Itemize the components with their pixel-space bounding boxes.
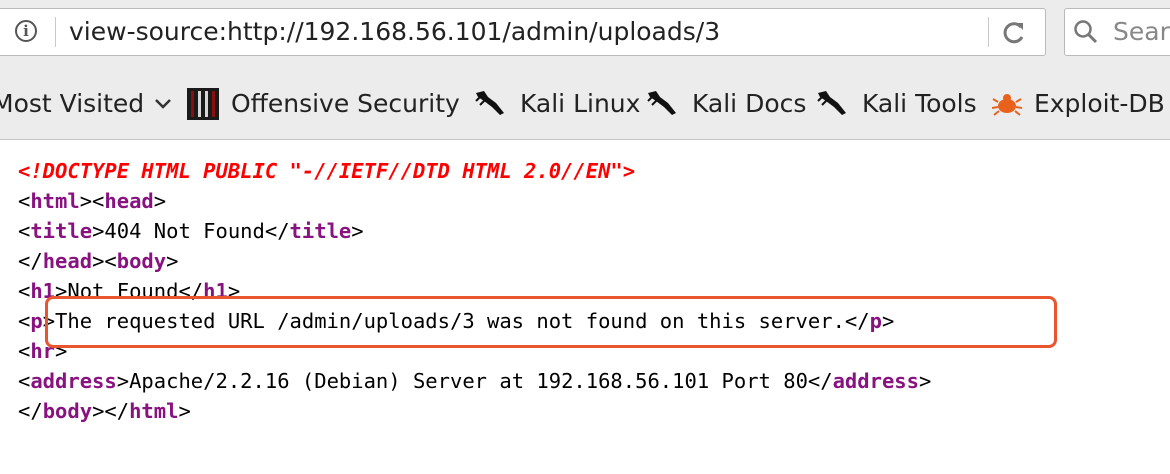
kali-dragon-icon [475, 91, 504, 115]
offsec-logo-icon [187, 88, 219, 120]
search-bar[interactable]: Sear [1064, 8, 1170, 56]
address-text: Apache/2.2.16 (Debian) Server at 192.168… [129, 369, 808, 393]
url-separator [55, 17, 56, 47]
bookmark-exploit-db[interactable]: Exploit-DB [992, 86, 1165, 120]
bookmark-label: Kali Linux [519, 89, 641, 118]
tag-name: html [129, 399, 179, 423]
title-text: 404 Not Found [104, 219, 265, 243]
search-placeholder: Sear [1113, 17, 1170, 46]
chevron-down-icon [155, 99, 172, 109]
doctype-declaration: <!DOCTYPE HTML PUBLIC "-//IETF//DTD HTML… [18, 159, 636, 183]
bookmark-label: Exploit-DB [1033, 89, 1165, 118]
bookmark-kali-linux[interactable]: Kali Linux [474, 86, 640, 120]
info-icon[interactable]: i [15, 20, 37, 42]
bookmark-offensive-security[interactable]: Offensive Security [187, 86, 460, 120]
bookmark-most-visited[interactable]: Most Visited [0, 86, 176, 120]
bookmark-label: Kali Tools [861, 89, 977, 118]
source-line-doctype: <!DOCTYPE HTML PUBLIC "-//IETF//DTD HTML… [18, 156, 635, 186]
exploitdb-bug-icon [992, 94, 1022, 116]
bookmark-label: Kali Docs [691, 89, 807, 118]
navigation-toolbar: i view-source:http://192.168.56.101/admi… [0, 0, 1170, 66]
tag-name: html [30, 189, 80, 213]
tag-name: body [42, 399, 93, 423]
tag-name: head [42, 249, 93, 273]
kali-dragon-icon [817, 91, 846, 115]
source-line-title: <title>404 Not Found</title> [18, 219, 364, 243]
bookmark-label: Most Visited [0, 89, 145, 118]
line-gutter [0, 160, 6, 184]
source-line-html-head: <html><head> [18, 189, 167, 213]
tag-name: title [30, 219, 93, 243]
bookmark-kali-tools[interactable]: Kali Tools [816, 86, 977, 120]
tag-name: head [104, 189, 154, 213]
bookmark-label: Offensive Security [230, 89, 460, 118]
bookmark-kali-docs[interactable]: Kali Docs [646, 86, 806, 120]
reload-separator [988, 17, 989, 47]
tag-name: address [30, 369, 117, 393]
source-line-head-body: </head><body> [18, 249, 179, 273]
tag-name: p [30, 309, 43, 333]
tag-name: title [289, 219, 352, 243]
source-line-address: <address>Apache/2.2.16 (Debian) Server a… [18, 369, 932, 393]
bookmarks-toolbar: Most Visited Offensive Security Kali Lin… [0, 66, 1170, 140]
url-text[interactable]: view-source:http://192.168.56.101/admin/… [69, 17, 720, 47]
address-bar[interactable]: i view-source:http://192.168.56.101/admi… [0, 8, 1046, 56]
search-icon [1074, 20, 1098, 44]
page-source-view: <!DOCTYPE HTML PUBLIC "-//IETF//DTD HTML… [0, 140, 1170, 474]
tag-name: address [832, 369, 919, 393]
kali-dragon-icon [647, 91, 676, 115]
reload-icon[interactable] [1001, 18, 1027, 46]
tag-name: body [116, 249, 167, 273]
highlight-annotation-box [45, 296, 1057, 348]
source-line-body-html: </body></html> [18, 399, 191, 423]
